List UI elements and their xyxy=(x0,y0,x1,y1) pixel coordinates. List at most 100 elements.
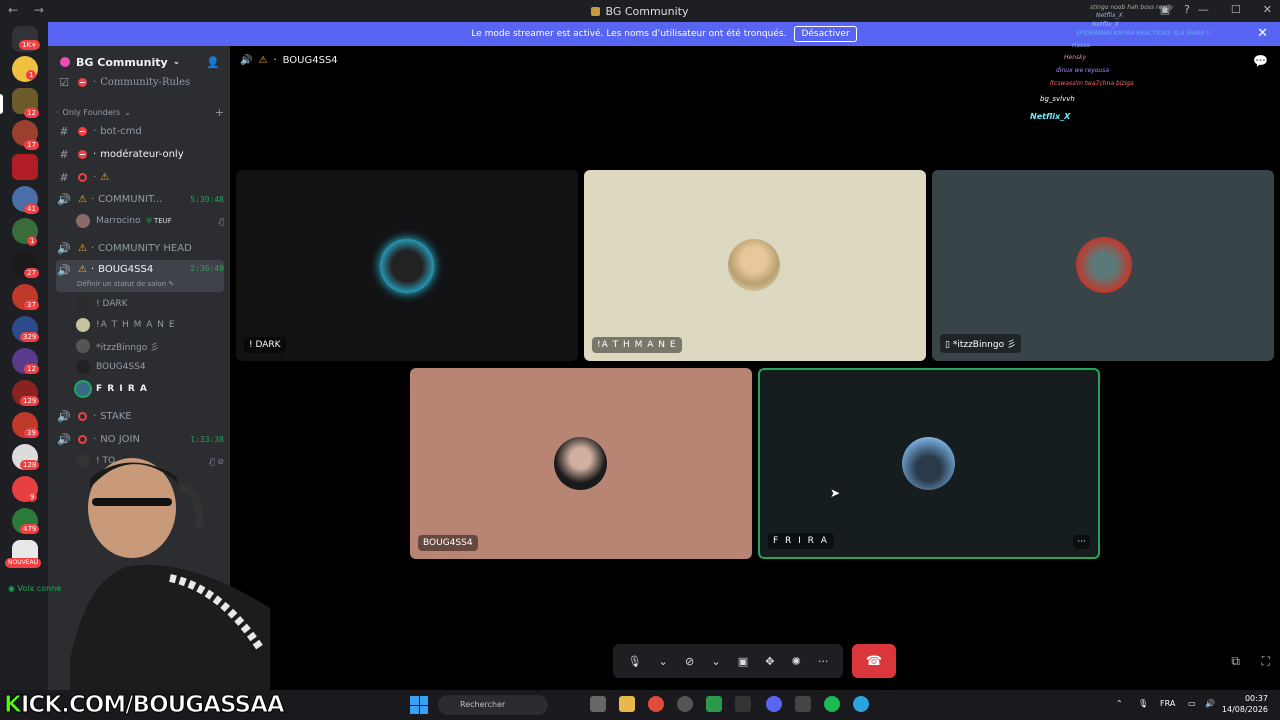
server-badge: 12 xyxy=(24,108,39,118)
volume-icon[interactable]: 🔊 xyxy=(1205,699,1215,708)
avatar xyxy=(76,297,90,311)
hang-up-icon: ☎ xyxy=(865,653,883,669)
voice-member[interactable]: F R I R A xyxy=(76,379,224,399)
network-icon[interactable]: ▭ xyxy=(1188,699,1196,708)
call-controls: 🎙 ⌄ ⊘ ⌄ ▣ ✥ ✺ ··· xyxy=(613,644,843,678)
voice-channel-communit[interactable]: 🔊 ⚠ · COMMUNIT... 5:30:48 xyxy=(56,189,224,209)
app-icon[interactable] xyxy=(795,696,811,712)
app-icon[interactable] xyxy=(590,696,606,712)
participant-name: F R I R A xyxy=(768,533,834,549)
popout-icon[interactable]: ⧉ xyxy=(1231,654,1240,669)
chevron-down-icon[interactable]: ⌄ xyxy=(659,655,668,668)
voice-member[interactable]: *itzzBinngo 彡 xyxy=(76,336,224,356)
chevron-up-icon[interactable]: ⌃ xyxy=(1116,699,1123,708)
participant-name: !A T H M A N E xyxy=(592,337,682,353)
chat-line: Netflix_X xyxy=(1092,21,1119,28)
close-icon[interactable]: ✕ xyxy=(1257,26,1268,41)
video-tile[interactable]: ! DARK xyxy=(236,170,578,361)
avatar xyxy=(380,239,434,293)
microphone-icon[interactable]: 🎙 xyxy=(628,655,642,668)
app-icon[interactable] xyxy=(677,696,693,712)
screen-share-icon[interactable]: ▣ xyxy=(738,655,748,668)
voice-member[interactable]: BOUG4SS4 xyxy=(76,357,224,377)
server-badge: 9 xyxy=(27,492,38,502)
app-icon[interactable] xyxy=(706,696,722,712)
add-member-icon[interactable]: 👤 xyxy=(206,56,220,69)
ban-icon xyxy=(78,411,87,421)
activities-icon[interactable]: ✥ xyxy=(765,655,774,668)
voice-header: 🔊 ⚠ · BOUG4SS4 xyxy=(240,55,338,66)
streamer-webcam xyxy=(65,448,270,690)
discord-icon[interactable] xyxy=(766,696,782,712)
channel-status-hint[interactable]: Définir un statut de salon ✎ xyxy=(77,280,174,288)
microphone-icon[interactable]: 🎙 xyxy=(1138,699,1148,708)
chat-line: bg_svlvvh xyxy=(1040,95,1075,103)
video-tile[interactable]: !A T H M A N E xyxy=(584,170,926,361)
voice-channel-stake[interactable]: 🔊 · STAKE xyxy=(56,406,224,426)
member-name: !A T H M A N E xyxy=(96,320,176,330)
category-only-founders[interactable]: · Only Founders ⌄ + xyxy=(56,102,224,122)
folder-icon[interactable] xyxy=(619,696,635,712)
disable-streamer-button[interactable]: Désactiver xyxy=(794,26,857,42)
voice-member[interactable]: !A T H M A N E xyxy=(76,315,224,335)
language-indicator[interactable]: FRA xyxy=(1160,699,1175,708)
banner-text: Le mode streamer est activé. Les noms d’… xyxy=(471,29,787,39)
chrome-icon[interactable] xyxy=(648,696,664,712)
windows-start-icon[interactable] xyxy=(410,696,428,714)
server-badge: 37 xyxy=(24,300,39,310)
chevron-down-icon[interactable]: ⌄ xyxy=(711,655,720,668)
more-icon[interactable]: ··· xyxy=(818,655,829,668)
ban-icon xyxy=(78,434,87,444)
phone-icon: ▯ xyxy=(945,340,950,350)
server-icon[interactable] xyxy=(12,154,38,180)
channel-label: Community-Rules xyxy=(100,76,191,88)
channel-moderateur-only[interactable]: # · modérateur-only xyxy=(56,144,224,164)
voice-timer: 2:36:49 xyxy=(190,264,224,273)
disconnect-button[interactable]: ☎ xyxy=(852,644,896,678)
participant-name: ▯ *itzzBinngo 彡 xyxy=(940,334,1021,353)
server-active-pill xyxy=(0,94,3,114)
taskbar-search[interactable]: Rechercher xyxy=(438,695,548,715)
server-badge: 329 xyxy=(20,332,40,342)
window-title-text: BG Community xyxy=(605,5,689,18)
telegram-icon[interactable] xyxy=(853,696,869,712)
video-tile[interactable]: ▯ *itzzBinngo 彡 xyxy=(932,170,1274,361)
close-window-icon[interactable]: ✕ xyxy=(1263,3,1272,16)
app-icon[interactable] xyxy=(735,696,751,712)
voice-channel-community-head[interactable]: 🔊 ⚠ · COMMUNITY HEAD xyxy=(56,238,224,258)
add-channel-icon[interactable]: + xyxy=(215,106,224,119)
server-badge-icon xyxy=(60,57,70,67)
voice-member[interactable]: Marrocino ⛨ TEUF 🎙̸ xyxy=(76,211,224,231)
chat-line: Hensky xyxy=(1064,54,1087,61)
video-tile-speaking[interactable]: F R I R A ··· xyxy=(758,368,1100,559)
channel-bot-cmd[interactable]: # · bot-cmd xyxy=(56,121,224,141)
maximize-icon[interactable]: ☐ xyxy=(1231,3,1241,16)
channel-label: modérateur-only xyxy=(100,148,184,160)
stream-chat-overlay: stingo noob hah boss ready Netflix_X Net… xyxy=(1020,2,1211,130)
chat-icon[interactable]: 💬 xyxy=(1253,54,1268,68)
participant-name: BOUG4SS4 xyxy=(418,535,478,551)
voice-channel-no-join[interactable]: 🔊 · NO JOIN 1:33:38 xyxy=(56,429,224,449)
channel-label: BOUG4SS4 xyxy=(98,264,154,275)
soundboard-icon[interactable]: ✺ xyxy=(792,655,801,668)
channel-label: STAKE xyxy=(100,410,132,422)
no-entry-icon xyxy=(78,126,87,136)
channel-label: COMMUNIT... xyxy=(98,193,163,205)
voice-stage: 🔊 ⚠ · BOUG4SS4 💬 xyxy=(230,46,1280,690)
voice-timer: 5:30:48 xyxy=(190,194,224,204)
channel-community-rules[interactable]: ☑ · Community-Rules xyxy=(56,72,224,92)
video-tile[interactable]: BOUG4SS4 xyxy=(410,368,752,559)
chevron-down-icon: ⌄ xyxy=(172,57,181,67)
fullscreen-icon[interactable]: ⛶ xyxy=(1262,654,1270,669)
voice-member[interactable]: ! DARK xyxy=(76,294,224,314)
spotify-icon[interactable] xyxy=(824,696,840,712)
more-options-button[interactable]: ··· xyxy=(1073,535,1090,549)
member-name: *itzzBinngo 彡 xyxy=(96,342,160,353)
clock[interactable]: 00:37 14/08/2026 xyxy=(1222,693,1268,715)
avatar xyxy=(76,214,90,228)
channel-warning[interactable]: # · ⚠ xyxy=(56,167,224,187)
camera-off-icon[interactable]: ⊘ xyxy=(685,655,694,668)
server-badge: 1 xyxy=(27,236,38,246)
home-badge: 1K+ xyxy=(19,40,40,50)
avatar xyxy=(902,437,955,490)
